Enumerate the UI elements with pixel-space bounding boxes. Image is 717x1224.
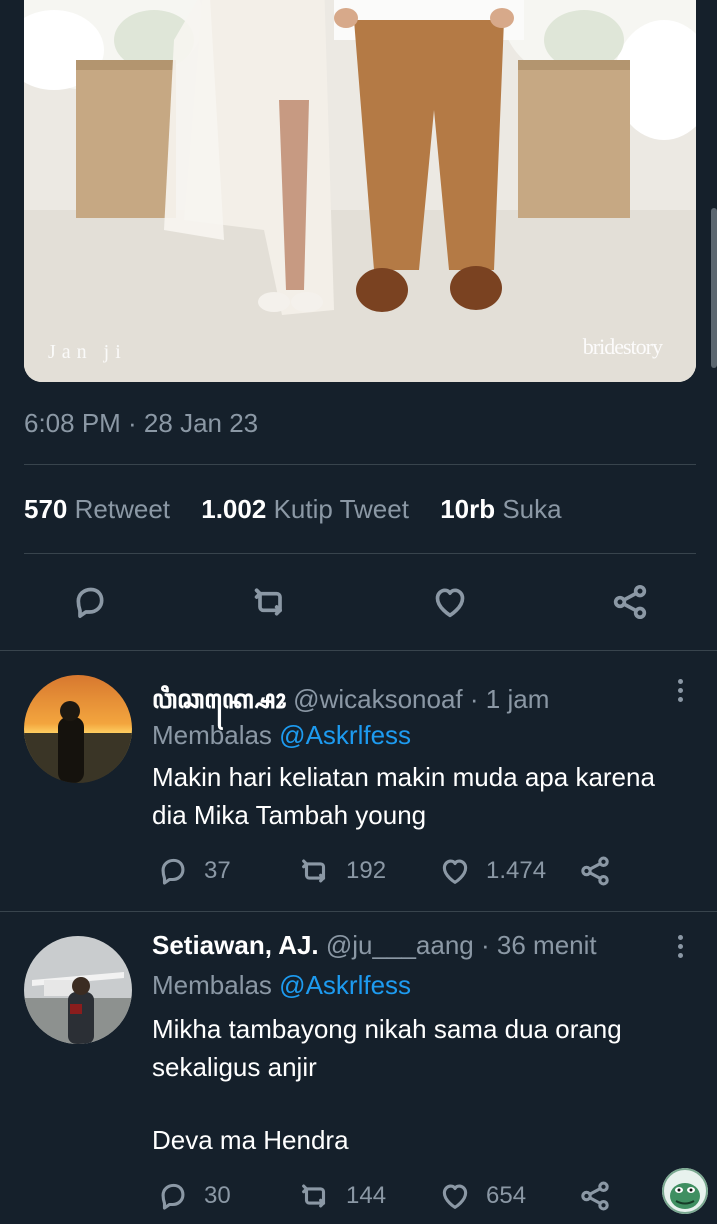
reply-icon [76, 587, 104, 618]
like-count: 654 [486, 1182, 527, 1209]
photo-watermark-right: bridestory [582, 334, 663, 359]
share-icon [581, 1181, 609, 1211]
heart-icon [442, 1184, 468, 1209]
reply-header: Setiawan, AJ. @ju___aang · 36 menit [152, 930, 597, 960]
reply-text-extra: Deva ma Hendra [152, 1125, 349, 1155]
reply-button[interactable] [70, 582, 110, 622]
retweet-stat[interactable]: 570 Retweet [24, 494, 170, 524]
like-stat[interactable]: 10rb Suka [440, 494, 561, 524]
reply-text: Makin hari keliatan makin muda apa karen… [152, 762, 655, 830]
retweet-icon [302, 1184, 326, 1208]
avatar[interactable] [24, 675, 132, 783]
divider [0, 650, 717, 651]
retweet-count-button[interactable]: 144 [298, 1178, 386, 1214]
reply-author-handle[interactable]: @ju___aang [326, 930, 474, 960]
more-options-button[interactable] [668, 932, 692, 962]
share-icon [581, 856, 609, 886]
share-button[interactable] [578, 853, 612, 889]
tweet-stats: 570 Retweet 1.002 Kutip Tweet 10rb Suka [24, 494, 562, 525]
reply-author-name[interactable]: Setiawan, AJ. [152, 930, 319, 960]
quote-stat[interactable]: 1.002 Kutip Tweet [201, 494, 409, 524]
share-button[interactable] [610, 582, 650, 622]
reply-author-name[interactable]: ꦮꦶꦕꦏ꧀ꦱꦺꦴ [152, 684, 286, 714]
share-button[interactable] [578, 1178, 612, 1214]
reply-count-button[interactable]: 37 [156, 853, 231, 889]
replying-to-link[interactable]: @Askrlfess [279, 970, 411, 1000]
retweet-count: 144 [346, 1182, 387, 1209]
replying-to: Membalas @Askrlfess [152, 970, 412, 1000]
like-count-button[interactable]: 654 [438, 1178, 526, 1214]
avatar[interactable] [24, 936, 132, 1044]
reply-time[interactable]: 36 menit [497, 930, 597, 960]
more-options-button[interactable] [668, 676, 692, 706]
share-icon [613, 585, 647, 619]
divider [24, 464, 696, 465]
retweet-icon [302, 859, 326, 883]
replying-to-link[interactable]: @Askrlfess [279, 720, 411, 750]
divider [24, 553, 696, 554]
like-count-button[interactable]: 1.474 [438, 853, 546, 889]
reply-count: 30 [204, 1182, 231, 1209]
reply-time[interactable]: 1 jam [486, 684, 550, 714]
tweet-timestamp[interactable]: 6:08 PM · 28 Jan 23 [24, 408, 258, 439]
retweet-icon [254, 588, 282, 616]
heart-icon [442, 859, 468, 884]
retweet-count: 192 [346, 857, 387, 884]
tweet-photo[interactable]: Jan ji bridestory [24, 0, 696, 382]
reply-icon [161, 1183, 185, 1210]
reply-text: Mikha tambayong nikah sama dua orang sek… [152, 1014, 622, 1082]
heart-icon [435, 588, 465, 618]
divider [0, 911, 717, 912]
reply-author-handle[interactable]: @wicaksonoaf [293, 684, 462, 714]
scrollbar[interactable] [711, 208, 717, 368]
reply-count: 37 [204, 857, 231, 884]
reply-icon [161, 858, 185, 885]
retweet-button[interactable] [250, 582, 290, 622]
photo-watermark-left: Jan ji [48, 341, 127, 363]
reply-count-button[interactable]: 30 [156, 1178, 231, 1214]
replying-to: Membalas @Askrlfess [152, 720, 412, 750]
like-count: 1.474 [486, 857, 547, 884]
floating-sticker-icon[interactable] [662, 1168, 708, 1214]
retweet-count-button[interactable]: 192 [298, 853, 386, 889]
like-button[interactable] [430, 582, 470, 622]
wedding-photo-image [24, 0, 696, 382]
